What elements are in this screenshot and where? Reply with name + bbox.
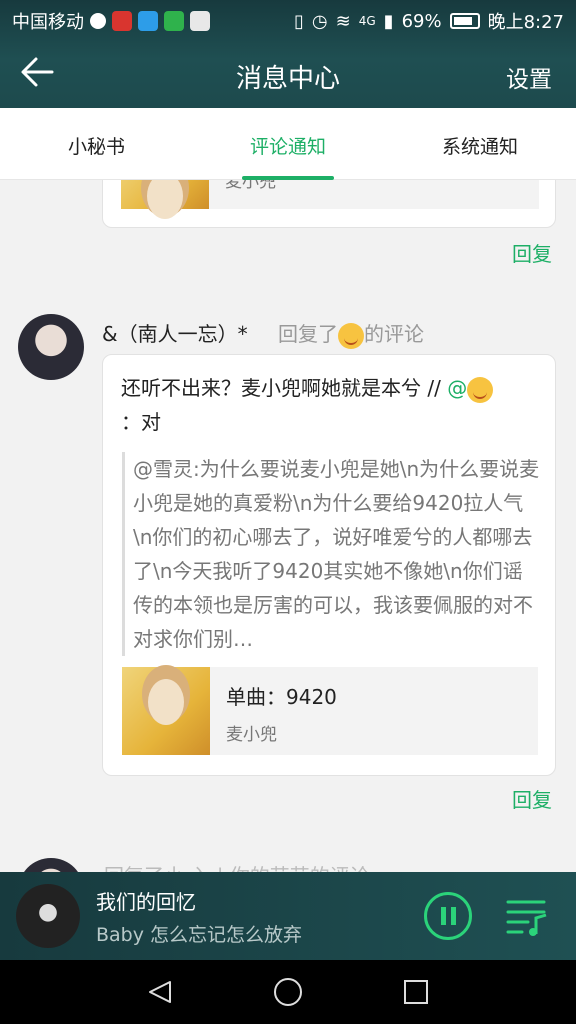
app-notification-icon xyxy=(190,11,210,31)
battery-icon xyxy=(449,13,480,29)
wifi-icon: ≋ xyxy=(335,10,351,32)
notification-list[interactable]: 麦小兜 回复 &（南人一忘）* 回复了 的评论 还听不出来？麦小兜啊她就是本兮 /… xyxy=(0,180,576,872)
nav-home-icon[interactable] xyxy=(274,978,302,1006)
action-text: 回复了 的评论 xyxy=(278,318,424,349)
comment-card: 麦小兜 xyxy=(102,180,556,228)
action-suffix: 的评论 xyxy=(364,322,424,346)
mini-player[interactable]: 我们的回忆 Baby 怎么忘记怎么放弃 xyxy=(0,872,576,960)
app-notification-icon xyxy=(112,11,132,31)
status-bar: 中国移动 ▯ ◷ ≋ 4G ▮ 69% 晚上8:27 xyxy=(0,0,576,38)
comment-body-continued: ：对 xyxy=(121,410,161,434)
player-lyric: Baby 怎么忘记怎么放弃 xyxy=(96,924,303,946)
nav-recent-icon[interactable] xyxy=(404,980,428,1004)
pause-icon[interactable] xyxy=(424,892,472,940)
song-cover xyxy=(121,180,209,219)
system-nav-bar xyxy=(0,960,576,1024)
reply-button[interactable]: 回复 xyxy=(512,784,552,813)
smile-emoji-icon xyxy=(467,376,494,403)
clock: 晚上8:27 xyxy=(487,12,564,33)
tab-secretary[interactable]: 小秘书 xyxy=(68,132,125,159)
action-prefix: 回复了 xyxy=(278,322,338,346)
avatar[interactable] xyxy=(18,314,84,380)
carrier-label: 中国移动 xyxy=(12,12,84,33)
song-title: 单曲：9420 xyxy=(226,685,337,709)
nav-back-icon[interactable] xyxy=(146,978,174,1006)
tab-system-notifications[interactable]: 系统通知 xyxy=(442,132,518,159)
app-notification-icon xyxy=(164,11,184,31)
network-type: 4G xyxy=(358,14,376,28)
song-cover xyxy=(122,667,210,755)
playlist-icon[interactable] xyxy=(506,894,550,938)
mention-link[interactable]: @ xyxy=(447,376,467,400)
player-cover[interactable] xyxy=(16,884,80,948)
tab-comment-notifications[interactable]: 评论通知 xyxy=(250,132,326,159)
smile-emoji-icon xyxy=(338,322,364,349)
song-attachment[interactable]: 麦小兜 xyxy=(121,180,539,219)
player-song-title: 我们的回忆 xyxy=(96,890,196,914)
reply-button[interactable]: 回复 xyxy=(512,238,552,267)
vibrate-icon: ▯ xyxy=(294,10,304,32)
page-title: 消息中心 xyxy=(235,64,340,94)
song-artist: 麦小兜 xyxy=(226,725,277,745)
battery-percent: 69% xyxy=(401,10,442,32)
action-text: 回复了小 入 | 你的芸芸的评论 xyxy=(104,860,370,872)
app-header: 消息中心 设置 xyxy=(0,38,576,108)
avatar[interactable] xyxy=(18,858,84,872)
comment-body: 还听不出来？麦小兜啊她就是本兮 // xyxy=(121,376,448,400)
top-bar: 中国移动 ▯ ◷ ≋ 4G ▮ 69% 晚上8:27 消息中心 设置 xyxy=(0,0,576,108)
comment-text: 还听不出来？麦小兜啊她就是本兮 // @ ：对 xyxy=(121,371,541,439)
app-notification-icon xyxy=(138,11,158,31)
alarm-icon: ◷ xyxy=(311,10,328,32)
username[interactable]: &（南人一忘）* xyxy=(102,318,248,347)
settings-button[interactable]: 设置 xyxy=(506,60,552,94)
song-attachment[interactable]: 单曲：9420 麦小兜 xyxy=(122,667,538,755)
quoted-comment: @雪灵:为什么要说麦小兜是她\n为什么要说麦小兜是她的真爱粉\n为什么要给942… xyxy=(122,452,542,656)
signal-icon: ▮ xyxy=(383,10,394,32)
app-notification-icon xyxy=(90,13,106,29)
song-artist: 麦小兜 xyxy=(225,180,276,192)
tab-bar: 小秘书 评论通知 系统通知 xyxy=(0,108,576,180)
